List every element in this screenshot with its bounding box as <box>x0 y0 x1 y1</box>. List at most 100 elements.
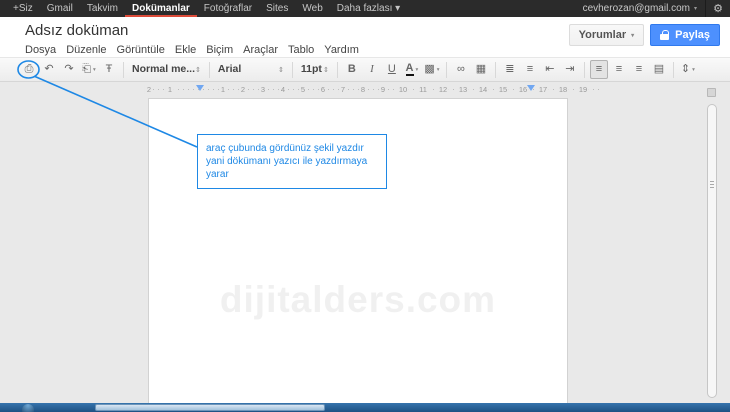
bold-button[interactable]: B <box>343 60 361 79</box>
topbar-link-web[interactable]: Web <box>295 0 329 17</box>
menu-dosya[interactable]: Dosya <box>20 44 61 56</box>
caret-down-icon: ▾ <box>692 67 695 73</box>
ruler-number: 2 <box>145 85 153 94</box>
font-family-dropdown[interactable]: Arial⇕ <box>215 60 287 79</box>
settings-button[interactable]: ⚙ <box>705 0 730 17</box>
ruler-number: 7 <box>339 85 347 94</box>
italic-button[interactable]: I <box>363 60 381 79</box>
start-button[interactable] <box>22 404 34 412</box>
align-right-button-glyph: ≡ <box>636 61 642 78</box>
bulleted-list-button[interactable]: ≡ <box>521 60 539 79</box>
ruler-number: 19 <box>577 85 589 94</box>
ruler-number: 6 <box>319 85 327 94</box>
menu-dzenle[interactable]: Düzenle <box>61 44 111 56</box>
undo-icon-glyph: ↶ <box>44 61 53 78</box>
topbar-link-gmail[interactable]: Gmail <box>40 0 80 17</box>
paint-format-icon[interactable]: Ŧ <box>100 60 118 79</box>
ruler-number: 9 <box>379 85 387 94</box>
ruler-number: 4 <box>279 85 287 94</box>
header-buttons: Yorumlar ▾ Paylaş <box>569 24 720 46</box>
align-center-button-glyph: ≡ <box>616 61 622 78</box>
ruler-number: 1 <box>219 85 227 94</box>
align-left-button[interactable]: ≡ <box>590 60 608 79</box>
comments-caret-icon: ▾ <box>631 32 634 39</box>
scrollbar-top-button[interactable] <box>707 88 716 97</box>
topbar-link-fotoraflar[interactable]: Fotoğraflar <box>197 0 259 17</box>
align-justify-button[interactable]: ▤ <box>650 60 668 79</box>
print-icon[interactable]: ⎙ <box>20 60 38 79</box>
topbar-link-takvim[interactable]: Takvim <box>80 0 125 17</box>
lock-icon <box>660 30 669 40</box>
tutorial-callout: araç çubunda gördünüz şekil yazdıryani d… <box>197 134 387 189</box>
redo-icon-glyph: ↷ <box>64 61 73 78</box>
ruler-number: 13 <box>457 85 469 94</box>
underline-button[interactable]: U <box>383 60 401 79</box>
numbered-list-button[interactable]: ≣ <box>501 60 519 79</box>
decrease-indent-button-glyph: ⇤ <box>545 61 554 78</box>
toolbar-separator <box>673 62 674 78</box>
toolbar-separator <box>584 62 585 78</box>
topbar-link-siz[interactable]: +Siz <box>6 0 40 17</box>
document-title[interactable]: Adsız doküman <box>25 22 128 39</box>
insert-link-button-glyph: ∞ <box>457 61 465 78</box>
callout-text-line: araç çubunda gördünüz şekil yazdır <box>206 142 378 155</box>
increase-indent-button-glyph: ⇥ <box>565 61 574 78</box>
dropdown-arrows-icon: ⇕ <box>323 66 329 74</box>
font-size-dropdown[interactable]: 11pt⇕ <box>298 60 332 79</box>
paint-format-icon-glyph: Ŧ <box>106 61 113 78</box>
bulleted-list-button-glyph: ≡ <box>527 61 533 78</box>
share-button[interactable]: Paylaş <box>650 24 720 46</box>
scrollbar-thumb[interactable] <box>707 104 717 398</box>
toolbar-separator <box>446 62 447 78</box>
callout-text-line: yani dökümanı yazıcı ile yazdırmaya <box>206 155 378 168</box>
ruler-number: 18 <box>557 85 569 94</box>
line-spacing-button[interactable]: ⇕▾ <box>679 60 697 79</box>
menu-tablo[interactable]: Tablo <box>283 44 319 56</box>
redo-icon[interactable]: ↷ <box>60 60 78 79</box>
google-bar: +SizGmailTakvimDokümanlarFotoğraflarSite… <box>0 0 730 17</box>
align-justify-button-glyph: ▤ <box>654 61 664 78</box>
menu-aralar[interactable]: Araçlar <box>238 44 283 56</box>
underline-button-glyph: U <box>388 61 396 78</box>
insert-link-button[interactable]: ∞ <box>452 60 470 79</box>
left-indent-marker[interactable] <box>196 85 204 91</box>
taskbar-window-button[interactable] <box>95 404 325 411</box>
styles-dropdown[interactable]: Normal me...⇕ <box>129 60 204 79</box>
menu-grntle[interactable]: Görüntüle <box>112 44 170 56</box>
undo-icon[interactable]: ↶ <box>40 60 58 79</box>
menu-biim[interactable]: Biçim <box>201 44 238 56</box>
account-email[interactable]: cevherozan@gmail.com <box>583 3 694 14</box>
watermark-text: dijitalders.com <box>149 279 567 321</box>
toolbar-separator <box>337 62 338 78</box>
line-spacing-button-glyph: ⇕ <box>681 61 690 78</box>
toolbar-separator <box>292 62 293 78</box>
dropdown-arrows-icon: ⇕ <box>278 66 284 74</box>
web-clipboard-icon-glyph: ⎗ <box>82 61 91 78</box>
align-center-button[interactable]: ≡ <box>610 60 628 79</box>
ruler-number: 2 <box>239 85 247 94</box>
gear-icon: ⚙ <box>713 2 723 15</box>
text-color-button-glyph: A <box>406 63 414 76</box>
bold-button-glyph: B <box>348 61 356 78</box>
align-right-button[interactable]: ≡ <box>630 60 648 79</box>
account-caret-icon[interactable]: ▾ <box>694 5 705 12</box>
insert-image-button[interactable]: ▦ <box>472 60 490 79</box>
menu-ekle[interactable]: Ekle <box>170 44 201 56</box>
font-size-dropdown-glyph: 11pt <box>301 61 322 78</box>
right-indent-marker[interactable] <box>527 85 535 91</box>
menu-yardm[interactable]: Yardım <box>319 44 364 56</box>
comments-button-label: Yorumlar <box>579 29 626 41</box>
increase-indent-button[interactable]: ⇥ <box>561 60 579 79</box>
toolbar: ⎙↶↷⎗▾ŦNormal me...⇕Arial⇕11pt⇕BIUA▾▩▾∞▦≣… <box>0 57 730 82</box>
decrease-indent-button[interactable]: ⇤ <box>541 60 559 79</box>
topbar-link-sites[interactable]: Sites <box>259 0 295 17</box>
topbar-link-dahafazlas[interactable]: Daha fazlası ▾ <box>330 0 407 17</box>
text-color-button[interactable]: A▾ <box>403 60 421 79</box>
topbar-link-dokmanlar[interactable]: Dokümanlar <box>125 0 197 17</box>
comments-button[interactable]: Yorumlar ▾ <box>569 24 645 46</box>
web-clipboard-icon[interactable]: ⎗▾ <box>80 60 98 79</box>
toolbar-separator <box>495 62 496 78</box>
highlight-color-button[interactable]: ▩▾ <box>423 60 441 79</box>
toolbar-separator <box>209 62 210 78</box>
ruler-number: 3 <box>259 85 267 94</box>
